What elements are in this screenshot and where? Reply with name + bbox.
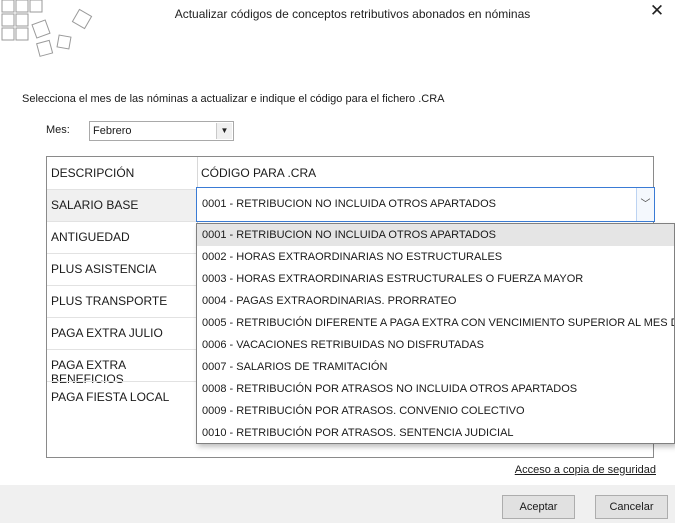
close-icon[interactable]: ✕ [645, 0, 669, 22]
table-row[interactable]: PAGA EXTRA JULIO [47, 317, 197, 349]
dropdown-option[interactable]: 0008 - RETRIBUCIÓN POR ATRASOS NO INCLUI… [197, 378, 674, 400]
column-header-code: CÓDIGO PARA .CRA [201, 166, 317, 180]
chevron-down-icon[interactable]: ﹀ [636, 188, 654, 221]
dropdown-option[interactable]: 0005 - RETRIBUCIÓN DIFERENTE A PAGA EXTR… [197, 312, 674, 334]
row-description: PAGA FIESTA LOCAL [51, 390, 170, 404]
row-description: ANTIGUEDAD [51, 230, 130, 244]
dropdown-option[interactable]: 0003 - HORAS EXTRAORDINARIAS ESTRUCTURAL… [197, 268, 674, 290]
row-description: PAGA EXTRA JULIO [51, 326, 163, 340]
table-row[interactable]: PLUS TRANSPORTE [47, 285, 197, 317]
chevron-down-icon[interactable]: ▼ [216, 123, 232, 139]
table-row[interactable]: PAGA FIESTA LOCAL [47, 381, 197, 413]
row-description: SALARIO BASE [51, 198, 139, 212]
month-label: Mes: [46, 124, 70, 136]
dropdown-option[interactable]: 0010 - RETRIBUCIÓN POR ATRASOS. SENTENCI… [197, 422, 674, 443]
column-header-description: DESCRIPCIÓN [51, 166, 135, 180]
code-select[interactable]: 0001 - RETRIBUCION NO INCLUIDA OTROS APA… [196, 187, 655, 222]
table-row[interactable]: PAGA EXTRA BENEFICIOS [47, 349, 197, 386]
dropdown-option[interactable]: 0004 - PAGAS EXTRAORDINARIAS. PRORRATEO [197, 290, 674, 312]
row-description: PLUS ASISTENCIA [51, 262, 157, 276]
cancel-button[interactable]: Cancelar [595, 495, 668, 519]
dropdown-option[interactable]: 0009 - RETRIBUCIÓN POR ATRASOS. CONVENIO… [197, 400, 674, 422]
row-description: PLUS TRANSPORTE [51, 294, 168, 308]
month-select[interactable]: Febrero ▼ [89, 121, 234, 141]
backup-access-link[interactable]: Acceso a copia de seguridad [515, 464, 656, 476]
dropdown-option[interactable]: 0001 - RETRIBUCION NO INCLUIDA OTROS APA… [197, 224, 674, 246]
dropdown-option[interactable]: 0002 - HORAS EXTRAORDINARIAS NO ESTRUCTU… [197, 246, 674, 268]
table-row[interactable]: SALARIO BASE [47, 189, 197, 221]
dropdown-option[interactable]: 0007 - SALARIOS DE TRAMITACIÓN [197, 356, 674, 378]
code-select-value: 0001 - RETRIBUCION NO INCLUIDA OTROS APA… [202, 198, 497, 210]
dropdown-option[interactable]: 0006 - VACACIONES RETRIBUIDAS NO DISFRUT… [197, 334, 674, 356]
code-dropdown-list: 0001 - RETRIBUCION NO INCLUIDA OTROS APA… [196, 223, 675, 444]
month-value: Febrero [93, 125, 132, 137]
table-row[interactable]: ANTIGUEDAD [47, 221, 197, 253]
dialog-title: Actualizar códigos de conceptos retribut… [174, 7, 531, 21]
table-row[interactable]: PLUS ASISTENCIA [47, 253, 197, 285]
instruction-text: Selecciona el mes de las nóminas a actua… [22, 93, 445, 105]
accept-button[interactable]: Aceptar [502, 495, 575, 519]
